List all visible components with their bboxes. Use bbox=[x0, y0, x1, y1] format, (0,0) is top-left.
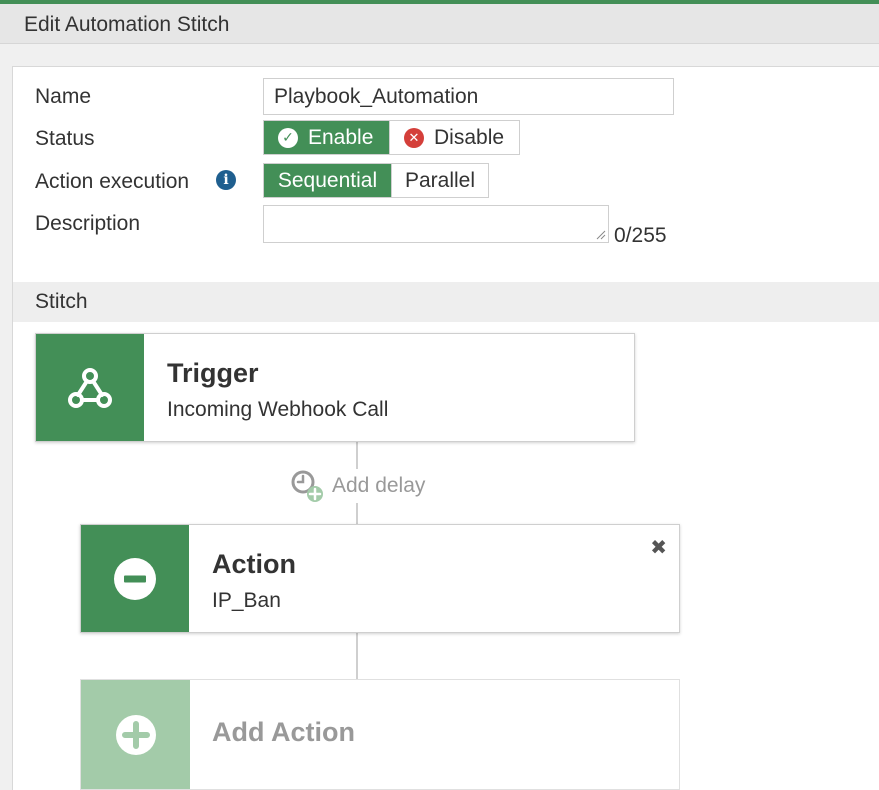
trigger-title: Trigger bbox=[167, 358, 259, 388]
minus-circle-icon bbox=[114, 557, 156, 600]
resize-handle-icon[interactable] bbox=[596, 230, 606, 240]
dialog-title: Edit Automation Stitch bbox=[24, 13, 230, 36]
close-icon[interactable]: ✖ bbox=[650, 535, 667, 560]
action-title: Action bbox=[212, 549, 296, 579]
status-toggle: ✓ Enable ✕ Disable bbox=[263, 120, 520, 155]
connector-line bbox=[356, 503, 358, 525]
add-delay-button[interactable]: Add delay bbox=[290, 469, 425, 503]
description-textarea[interactable] bbox=[263, 205, 609, 243]
disable-button[interactable]: ✕ Disable bbox=[389, 121, 519, 154]
clock-plus-icon bbox=[291, 470, 323, 502]
webhook-icon bbox=[68, 367, 112, 408]
plus-circle-icon bbox=[115, 714, 156, 755]
check-circle-icon: ✓ bbox=[278, 127, 298, 148]
description-label: Description bbox=[35, 212, 141, 235]
enable-button[interactable]: ✓ Enable bbox=[264, 121, 389, 154]
stitch-section-bar bbox=[13, 282, 879, 322]
trigger-subtitle: Incoming Webhook Call bbox=[167, 398, 389, 421]
action-card[interactable]: Action IP_Ban ✖ bbox=[80, 524, 680, 633]
add-action-label: Add Action bbox=[212, 717, 355, 747]
disable-label: Disable bbox=[434, 125, 505, 149]
add-action-card[interactable]: Add Action bbox=[80, 679, 680, 790]
dialog-header: Edit Automation Stitch bbox=[0, 4, 879, 44]
enable-label: Enable bbox=[308, 125, 374, 149]
add-action-icon-box bbox=[81, 680, 190, 789]
x-circle-icon: ✕ bbox=[404, 127, 424, 148]
description-counter: 0/255 bbox=[614, 224, 667, 247]
action-subtitle: IP_Ban bbox=[212, 589, 281, 612]
name-label: Name bbox=[35, 85, 92, 108]
status-label: Status bbox=[35, 127, 95, 150]
stitch-section-label: Stitch bbox=[35, 290, 88, 313]
execution-toggle: Sequential Parallel bbox=[263, 163, 489, 198]
name-input[interactable]: Playbook_Automation bbox=[263, 78, 674, 115]
action-icon-box bbox=[81, 525, 189, 632]
sequential-button[interactable]: Sequential bbox=[264, 164, 391, 197]
parallel-button[interactable]: Parallel bbox=[391, 164, 488, 197]
trigger-card[interactable]: Trigger Incoming Webhook Call bbox=[35, 333, 635, 442]
info-icon[interactable]: i bbox=[216, 170, 236, 190]
add-delay-label: Add delay bbox=[332, 474, 426, 497]
trigger-icon-box bbox=[36, 334, 144, 441]
connector-line bbox=[356, 442, 358, 469]
connector-line bbox=[356, 633, 358, 679]
action-execution-label: Action execution bbox=[35, 170, 190, 193]
